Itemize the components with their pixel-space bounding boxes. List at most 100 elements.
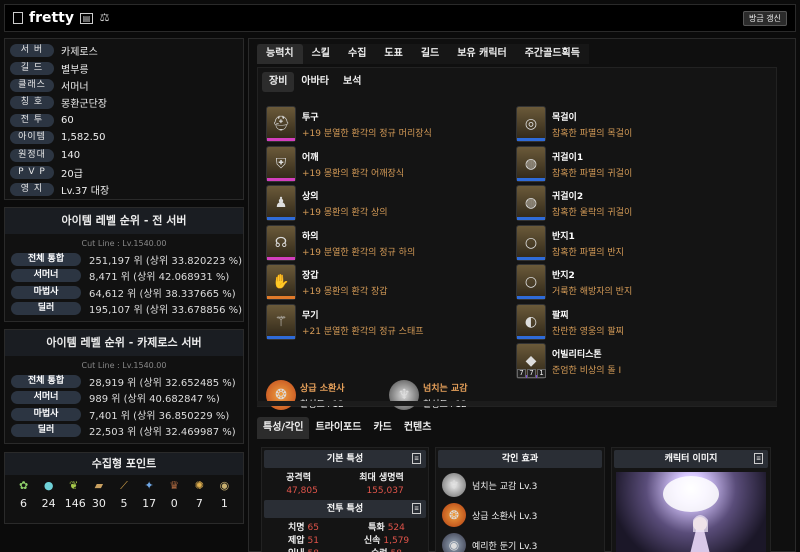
mokoko-seed-icon[interactable]: ✿ [17,479,31,493]
engraving-row[interactable]: ◉ 예리한 둔기 Lv.3 [436,530,604,552]
equipment-item[interactable]: ◍ 귀걸이1 참혹한 파멸의 귀걸이 [516,145,632,186]
info-value: 별부릉 [61,64,89,76]
quality-bar [267,335,295,339]
equipment-item[interactable]: ○ 반지1 참혹한 파멸의 반지 [516,224,624,265]
info-row: 영 지 Lv.37 대장 [10,181,238,198]
tab-2[interactable]: 수집 [339,44,375,64]
attack-value: 47,805 [286,486,318,496]
equipment-icon[interactable]: ◍ [516,145,546,182]
world-tree-leaf-icon[interactable]: ❦ [67,479,81,493]
equipment-icon[interactable]: ◐ [516,303,546,340]
equipment-name: 어깨 [302,152,319,163]
equipment-desc: +19 몽환의 환각 장갑 [302,287,388,297]
rank-label: 마법사 [11,407,81,421]
horizontal-scrollbar[interactable] [257,401,777,406]
tab-3[interactable]: 도표 [375,44,411,64]
giant-heart-icon[interactable]: ♛ [167,479,181,493]
equipment-text: 어빌리티스톤 준엄한 비상의 돌 I [552,347,621,376]
subtab-0[interactable]: 장비 [262,72,295,92]
collection-count: 0 [170,497,178,510]
lower-tab-2[interactable]: 카드 [367,417,397,439]
equipment-icon[interactable]: ☊ [266,224,296,261]
equipment-text: 목걸이 참혹한 파멸의 목걸이 [552,110,632,139]
equipment-icon[interactable]: ⚚ [266,303,296,340]
equipment-desc: +19 분열한 환각의 정규 머리장식 [302,129,432,139]
masterpiece-icon[interactable]: ✺ [192,479,206,493]
equipment-item[interactable]: ♟ 상의 +19 몽환의 환각 상의 [266,185,388,225]
scale-icon[interactable]: ⚖ [98,12,111,24]
tab-6[interactable]: 주간골드획득 [516,44,589,64]
combat-stat-row: 제압 51 신속 1,579 [262,533,428,546]
adventure-book-icon[interactable]: ▰ [92,479,106,493]
engravings-header: 각인 효과 [438,450,602,468]
stat-left: 치명 65 [262,520,345,533]
equipment-item[interactable]: ☊ 하의 +19 분열한 환각의 정규 하의 [266,224,415,265]
equipment-item[interactable]: ⚚ 무기 +21 분열한 환각의 정규 스태프 [266,303,424,344]
lower-tab-0[interactable]: 특성/각인 [257,417,310,439]
tab-5[interactable]: 보유 캐릭터 [448,44,515,64]
document-icon[interactable]: ≡ [412,453,421,464]
equipment-icon[interactable]: ⛑ [266,106,296,142]
sea-bounty-icon[interactable]: ✦ [142,479,156,493]
equipment-icon[interactable]: ⛨ [266,145,296,182]
subtab-2[interactable]: 보석 [336,72,368,92]
equipment-icon[interactable]: ◆ 7 7 1 [516,343,546,379]
equipment-icon[interactable]: ♟ [266,185,296,221]
equipment-name: 투구 [302,113,319,123]
equipment-text: 귀걸이2 참혹한 울락의 귀걸이 [552,189,632,218]
engraving-row[interactable]: ❂ 상급 소환사 Lv.3 [436,500,604,530]
info-row: 서 버 카제로스 [10,42,238,59]
character-portrait[interactable] [616,472,766,552]
info-row: 원정대 140 [10,146,238,163]
equipment-name: 하의 [302,231,319,242]
subtab-1[interactable]: 아바타 [294,72,336,92]
equipment-name: 무기 [302,310,319,321]
lower-tab-3[interactable]: 컨텐츠 [398,417,438,439]
tab-1[interactable]: 스킬 [303,44,339,64]
equipment-icon[interactable]: ◎ [516,106,546,142]
equipment-item[interactable]: ◍ 귀걸이2 참혹한 울락의 귀걸이 [516,185,632,225]
ignea-token-icon[interactable]: ⟋ [117,479,131,493]
equipment-item[interactable]: ◎ 목걸이 참혹한 파멸의 목걸이 [516,106,632,146]
tab-4[interactable]: 길드 [412,44,448,64]
refresh-button[interactable]: 방금 갱신 [743,11,787,26]
tab-0[interactable]: 능력치 [257,44,303,64]
combat-stats-title: 전투 특성 [326,504,364,514]
equipment-item[interactable]: ✋ 장갑 +19 몽환의 환각 장갑 [266,264,388,304]
equipment-icon[interactable]: ○ [516,224,546,261]
equipment-icon[interactable]: ✋ [266,264,296,300]
quality-bar [517,217,545,220]
rank-row: 서머너 989 위 (상위 40.682847 %) [5,390,243,407]
info-value: 카제로스 [61,47,98,59]
equipment-desc: 참혹한 파멸의 반지 [552,247,624,258]
equipment-desc: +19 몽환의 환각 상의 [302,208,388,218]
orpheus-star-icon[interactable]: ◉ [217,479,231,493]
equipment-item[interactable]: ⛑ 투구 +19 분열한 환각의 정규 머리장식 [266,106,432,146]
bookmark-icon[interactable] [13,12,23,24]
document-icon[interactable]: ≡ [754,453,763,464]
id-card-icon[interactable]: ▤ [80,12,94,24]
equipment-item[interactable]: ⛨ 어깨 +19 몽환의 환각 어깨장식 [266,145,404,186]
stat-value: 1,579 [383,536,410,546]
quality-bar [267,256,295,260]
equipment-icon[interactable]: ◍ [516,185,546,221]
max-hp-label: 최대 생명력 [359,473,404,483]
equipment-text: 반지2 거룩한 해방자의 반지 [552,268,632,297]
info-label: 전 투 [10,113,54,127]
stat-name: 신속 [363,536,381,546]
equipment-item[interactable]: ○ 반지2 거룩한 해방자의 반지 [516,264,632,304]
lower-tab-1[interactable]: 트라이포드 [309,417,367,439]
info-label: 원정대 [10,148,54,162]
stat-name: 제압 [287,536,305,546]
info-value: 서머너 [61,81,89,93]
document-icon[interactable]: ≡ [412,503,421,514]
attack-label: 공격력 [286,473,311,483]
combat-stat-row: 인내58숙련58 [262,546,428,552]
equipment-text: 반지1 참혹한 파멸의 반지 [552,229,624,258]
equipment-icon[interactable]: ○ [516,264,546,300]
equipment-text: 팔찌 찬란한 영웅의 팔찌 [552,308,624,337]
equipment-item[interactable]: ◆ 7 7 1 어빌리티스톤 준엄한 비상의 돌 I [516,343,621,383]
equipment-item[interactable]: ◐ 팔찌 찬란한 영웅의 팔찌 [516,303,624,344]
island-heart-icon[interactable]: ● [42,479,56,493]
engraving-row[interactable]: ♆ 넘치는 교감 Lv.3 [436,470,604,500]
